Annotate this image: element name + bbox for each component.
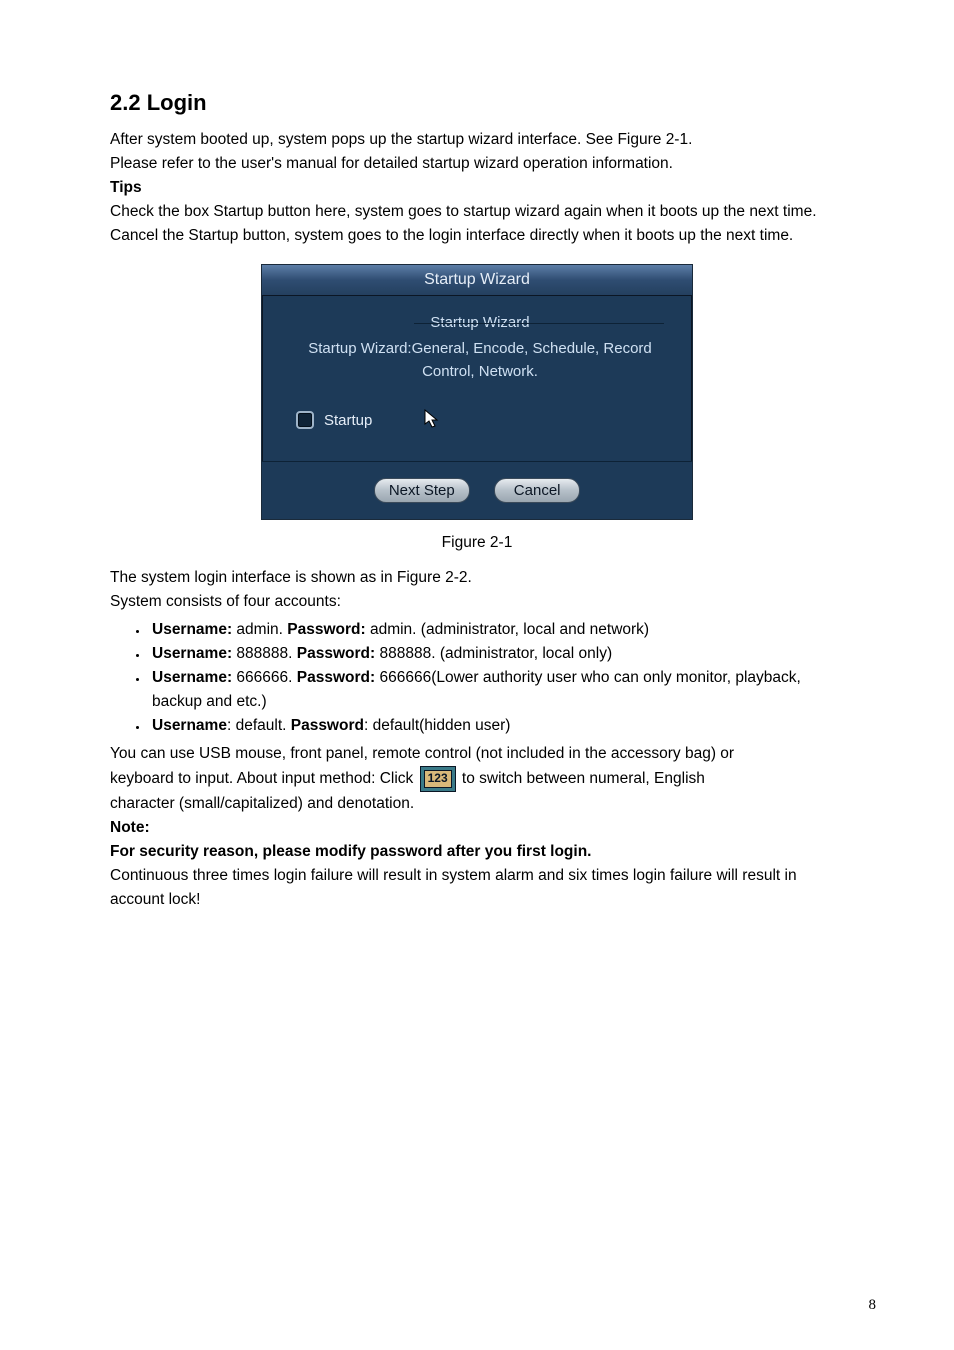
next-step-button[interactable]: Next Step: [374, 478, 470, 503]
password-label: Password:: [297, 645, 375, 662]
startup-checkbox-label: Startup: [324, 412, 372, 429]
figure-2-1: Startup Wizard Startup Wizard Startup Wi…: [110, 264, 844, 520]
password-label: Password:: [287, 621, 365, 638]
tips-label: Tips: [110, 176, 844, 200]
body-text: After system booted up, system pops up t…: [110, 128, 844, 152]
note-label: Note:: [110, 816, 844, 840]
list-item: Username: 888888. Password: 888888. (adm…: [148, 642, 844, 666]
password-value: : default(hidden user): [364, 717, 510, 734]
list-item: Username: 666666. Password: 666666(Lower…: [148, 666, 844, 714]
body-text: Cancel the Startup button, system goes t…: [110, 224, 844, 248]
body-text: keyboard to input. About input method: C…: [110, 766, 844, 792]
startup-checkbox[interactable]: [296, 411, 314, 429]
body-text: Please refer to the user's manual for de…: [110, 152, 844, 176]
accounts-list: Username: admin. Password: admin. (admin…: [110, 618, 844, 738]
username-value: admin.: [232, 621, 287, 638]
username-value: : default.: [227, 717, 291, 734]
body-text: Continuous three times login failure wil…: [110, 864, 844, 912]
password-label: Password:: [297, 669, 375, 686]
startup-wizard-dialog: Startup Wizard Startup Wizard Startup Wi…: [261, 264, 693, 520]
cursor-icon: [382, 407, 440, 433]
figure-caption: Figure 2-1: [110, 534, 844, 552]
list-item: Username: default. Password: default(hid…: [148, 714, 844, 738]
username-label: Username:: [152, 621, 232, 638]
password-value: 888888. (administrator, local only): [375, 645, 612, 662]
cancel-button[interactable]: Cancel: [494, 478, 580, 503]
groupbox-divider: [414, 323, 664, 324]
list-item: Username: admin. Password: admin. (admin…: [148, 618, 844, 642]
body-text: You can use USB mouse, front panel, remo…: [110, 742, 844, 766]
password-label: Password: [291, 717, 364, 734]
username-label: Username: [152, 717, 227, 734]
wizard-description: Startup Wizard:General, Encode, Schedule…: [296, 338, 664, 383]
username-label: Username:: [152, 669, 232, 686]
password-value: admin. (administrator, local and network…: [366, 621, 649, 638]
page-number: 8: [869, 1297, 877, 1314]
body-text-fragment: keyboard to input. About input method: C…: [110, 770, 418, 787]
ime-123-label: 123: [424, 770, 452, 788]
username-label: Username:: [152, 645, 232, 662]
username-value: 666666.: [232, 669, 297, 686]
body-text: System consists of four accounts:: [110, 590, 844, 614]
dialog-title: Startup Wizard: [262, 265, 692, 296]
username-value: 888888.: [232, 645, 297, 662]
body-text: character (small/capitalized) and denota…: [110, 792, 844, 816]
note-text: For security reason, please modify passw…: [110, 840, 844, 864]
dialog-footer: Next Step Cancel: [262, 461, 692, 519]
body-text-fragment: to switch between numeral, English: [462, 770, 705, 787]
body-text: The system login interface is shown as i…: [110, 566, 844, 590]
section-heading: 2.2 Login: [110, 90, 844, 116]
body-text: Check the box Startup button here, syste…: [110, 200, 844, 224]
ime-123-icon[interactable]: 123: [420, 766, 456, 792]
